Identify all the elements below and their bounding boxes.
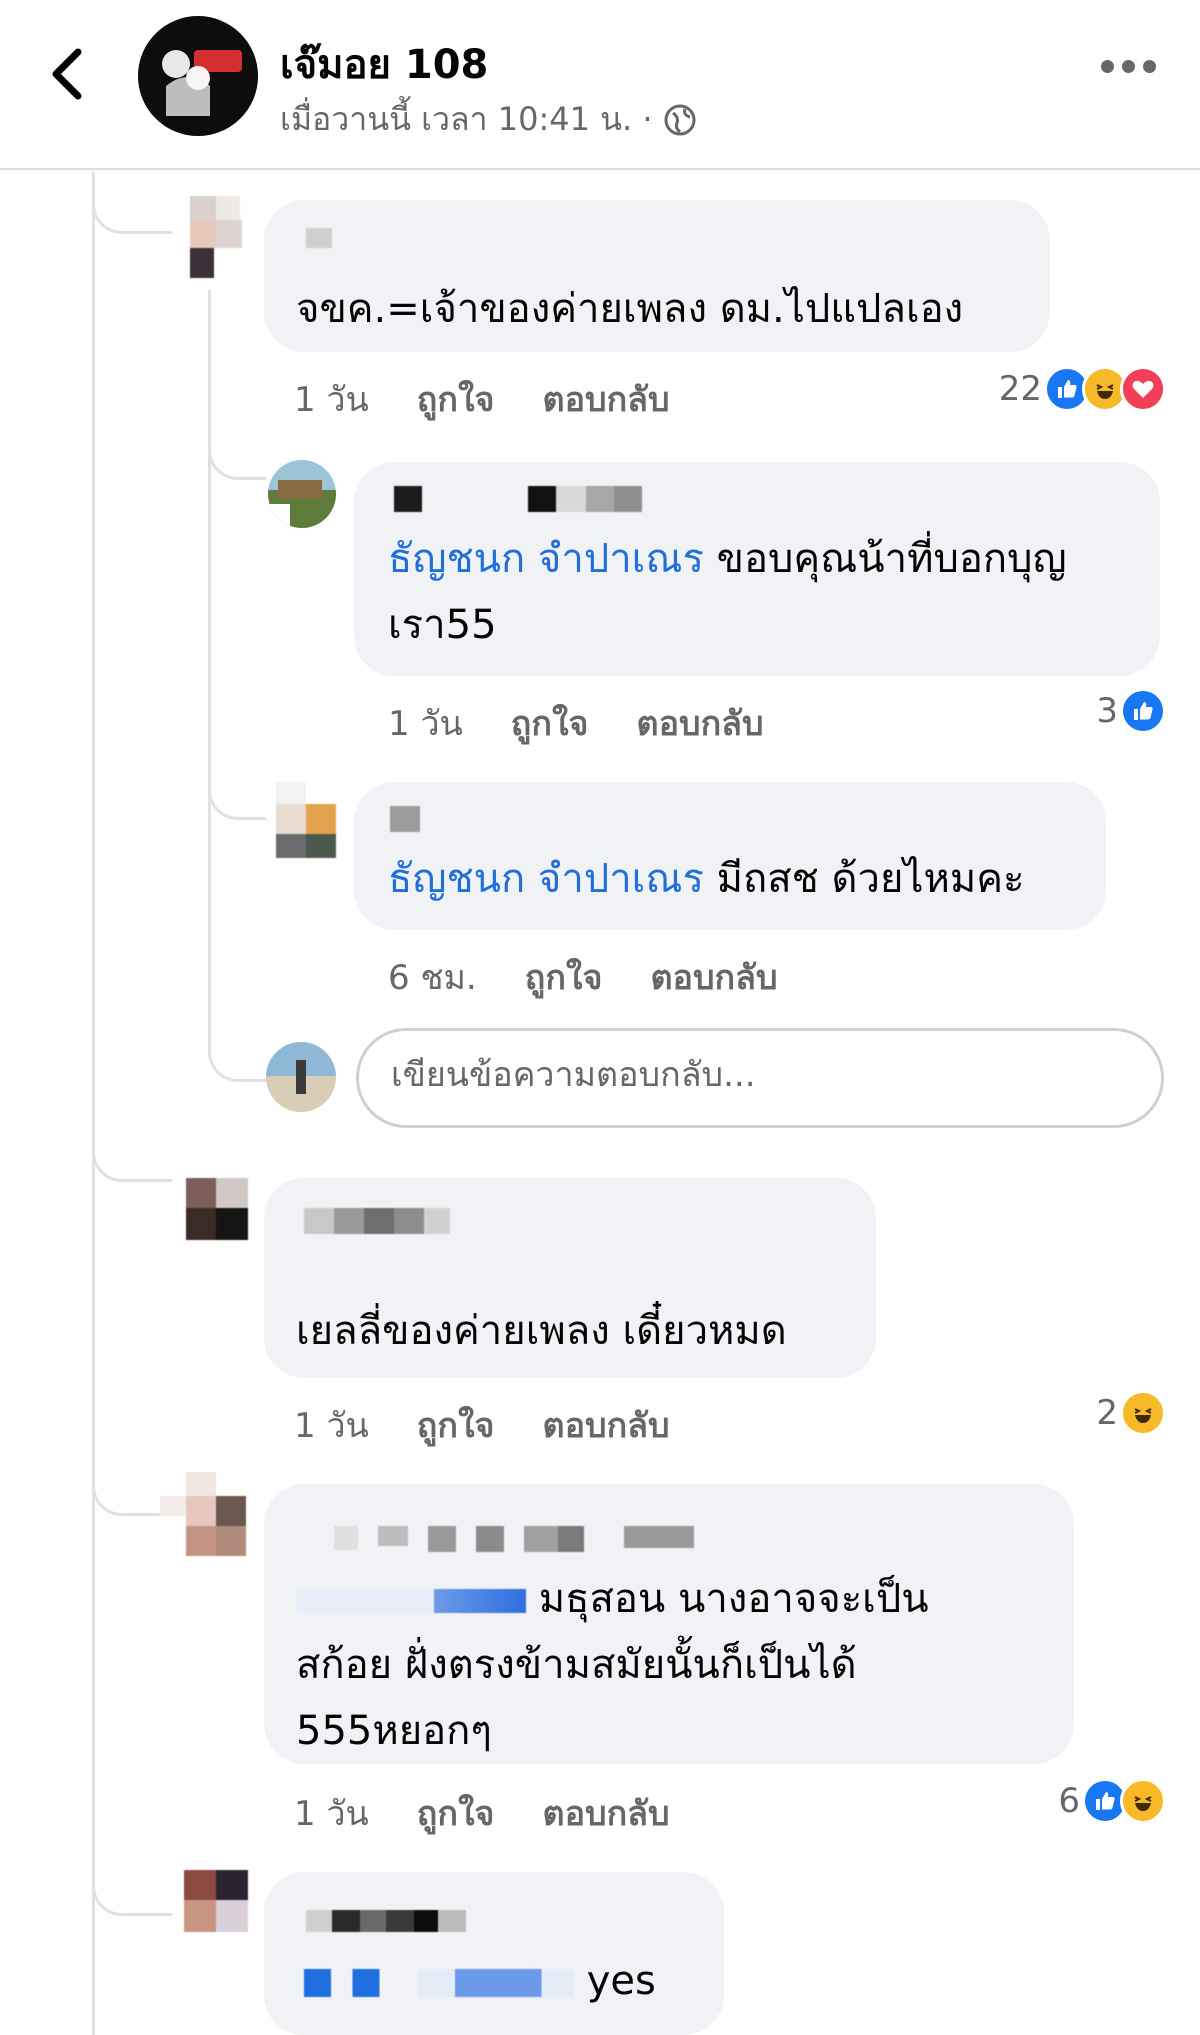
avatar[interactable] — [180, 196, 246, 280]
reply-button[interactable]: ตอบกลับ — [542, 1786, 669, 1840]
avatar[interactable] — [268, 460, 336, 528]
chevron-left-icon[interactable] — [44, 44, 94, 104]
like-button[interactable]: ถูกใจ — [525, 950, 603, 1004]
comment-author[interactable] — [304, 1208, 450, 1234]
comment-time: 1 วัน — [294, 1406, 369, 1446]
comment-text: เยลลี่ของค่ายเพลง เดี๋ยวหมด — [296, 1308, 787, 1354]
comment-time: 1 วัน — [294, 1794, 369, 1834]
comment-author[interactable] — [334, 1526, 694, 1552]
comment-bubble: จขค.=เจ้าของค่ายเพลง ดม.ไปแปลเอง — [264, 200, 1050, 352]
reaction-count: 2 — [1096, 1393, 1118, 1433]
comment-time: 1 วัน — [294, 380, 369, 420]
mention-link[interactable]: ธัญชนก จำปาเณร — [388, 856, 704, 902]
avatar[interactable] — [272, 782, 336, 858]
post-meta: เมื่อวานนี้ เวลา 10:41 น. · — [280, 94, 697, 145]
comment-actions: 6 ชม. ถูกใจ ตอบกลับ — [388, 950, 826, 1004]
like-button[interactable]: ถูกใจ — [417, 1398, 495, 1452]
avatar[interactable] — [160, 1472, 248, 1556]
comment-text: มธุสอน นางอาจจะเป็น — [296, 1566, 929, 1632]
comment-text: yes — [304, 1948, 656, 2014]
comment-bubble: ธัญชนก จำปาเณร มีถสช ด้วยไหมคะ — [354, 782, 1106, 930]
thread-connector — [92, 1860, 172, 1916]
comment-text: จขค.=เจ้าของค่ายเพลง ดม.ไปแปลเอง — [296, 286, 964, 332]
thread-connector — [92, 1140, 172, 1182]
reaction-summary[interactable]: 6 — [1058, 1778, 1166, 1824]
comment-text: ธัญชนก จำปาเณร มีถสช ด้วยไหมคะ — [388, 856, 1025, 902]
post-timestamp: เมื่อวานนี้ เวลา 10:41 น. · — [280, 100, 653, 138]
reaction-summary[interactable]: 3 — [1096, 688, 1166, 734]
reply-input-container[interactable] — [356, 1028, 1164, 1128]
avatar[interactable] — [186, 1178, 248, 1240]
like-button[interactable]: ถูกใจ — [417, 372, 495, 426]
page-title[interactable]: เจ๊มอย 108 — [280, 32, 488, 96]
reaction-summary[interactable]: 2 — [1096, 1390, 1166, 1436]
mention-link[interactable] — [304, 1969, 574, 1997]
comment-text-line2: เรา55 — [388, 602, 497, 648]
thread-line — [92, 172, 95, 2035]
haha-reaction-icon — [1120, 1390, 1166, 1436]
current-user-avatar — [266, 1042, 336, 1112]
comment-bubble: yes — [264, 1872, 724, 2035]
reply-button[interactable]: ตอบกลับ — [542, 1398, 669, 1452]
comment-actions: 1 วัน ถูกใจ ตอบกลับ — [388, 696, 812, 750]
comment-author[interactable] — [306, 228, 332, 248]
haha-reaction-icon — [1120, 1778, 1166, 1824]
mention-link[interactable] — [296, 1589, 526, 1613]
comment-bubble: มธุสอน นางอาจจะเป็น สก้อย ฝั่งตรงข้ามสมั… — [264, 1484, 1074, 1764]
comment-author[interactable] — [306, 1910, 466, 1932]
reply-input[interactable] — [391, 1055, 1131, 1095]
comment-actions: 1 วัน ถูกใจ ตอบกลับ — [294, 1786, 718, 1840]
like-button[interactable]: ถูกใจ — [417, 1786, 495, 1840]
reply-button[interactable]: ตอบกลับ — [542, 372, 669, 426]
reaction-summary[interactable]: 22 — [999, 366, 1166, 412]
comment-actions: 1 วัน ถูกใจ ตอบกลับ — [294, 1398, 718, 1452]
reply-button[interactable]: ตอบกลับ — [650, 950, 777, 1004]
globe-icon — [664, 104, 696, 135]
comment-text-line2: สก้อย ฝั่งตรงข้ามสมัยนั้นก็เป็นได้ — [296, 1642, 857, 1688]
comment-time: 1 วัน — [388, 704, 463, 744]
thread-connector — [208, 760, 266, 820]
thread-connector — [92, 172, 172, 234]
like-button[interactable]: ถูกใจ — [511, 696, 589, 750]
avatar[interactable] — [184, 1870, 248, 1932]
reaction-count: 22 — [998, 369, 1042, 409]
comment-text-line3: 555หยอกๆ — [296, 1708, 492, 1754]
comment-bubble: ธัญชนก จำปาเณร ขอบคุณน้าที่บอกบุญ เรา55 — [354, 462, 1160, 676]
reaction-count: 6 — [1058, 1781, 1080, 1821]
thread-connector — [208, 990, 266, 1082]
comment-author[interactable] — [394, 486, 642, 512]
post-header: เจ๊มอย 108 เมื่อวานนี้ เวลา 10:41 น. · — [0, 0, 1200, 170]
thread-connector — [208, 420, 266, 480]
comment-text: ธัญชนก จำปาเณร ขอบคุณน้าที่บอกบุญ — [388, 536, 1067, 582]
comment-actions: 1 วัน ถูกใจ ตอบกลับ — [294, 372, 718, 426]
reaction-count: 3 — [1096, 691, 1118, 731]
more-dots-icon[interactable] — [1101, 60, 1156, 73]
comment-time: 6 ชม. — [388, 958, 477, 998]
love-reaction-icon — [1120, 366, 1166, 412]
like-reaction-icon — [1120, 688, 1166, 734]
mention-link[interactable]: ธัญชนก จำปาเณร — [388, 536, 704, 582]
comment-author[interactable] — [390, 806, 420, 832]
page-avatar[interactable] — [138, 16, 258, 136]
thread-line-replies — [208, 290, 211, 990]
comment-bubble: เยลลี่ของค่ายเพลง เดี๋ยวหมด — [264, 1178, 876, 1378]
reply-button[interactable]: ตอบกลับ — [636, 696, 763, 750]
